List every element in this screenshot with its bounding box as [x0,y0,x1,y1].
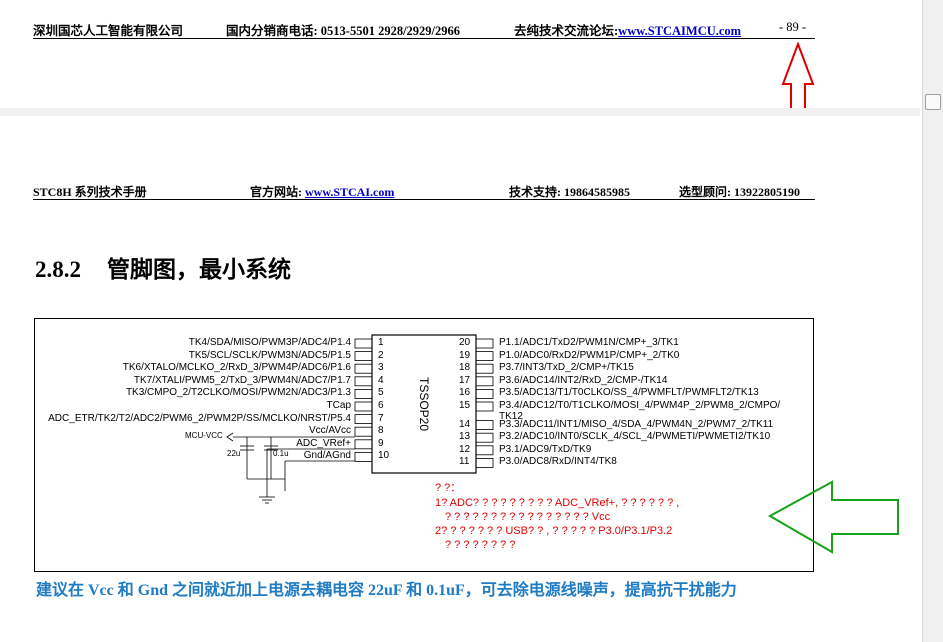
support-phone: 技术支持: 19864585985 [509,185,630,199]
left-pin-label: TK7/XTALI/PWM5_2/TxD_3/PWM4N/ADC7/P1.7 [133,374,351,386]
forum-text: 去纯技术交流论坛:www.STCAIMCU.com [514,20,741,39]
right-pin-boxes [475,338,494,468]
right-pin-box [475,338,494,349]
left-pin-box [354,363,373,374]
left-pin-box [354,426,373,437]
left-pin-label: TK4/SDA/MISO/PWM3P/ADC4/P1.4 [188,337,351,348]
right-pin-number: 19 [459,349,471,361]
website-link[interactable]: www.STCAI.com [305,185,394,199]
green-left-arrow-icon [767,480,899,554]
left-pin-label: TCap [326,400,351,411]
note-line-5: ? ? ? ? ? ? ? ? [445,539,516,551]
right-pin-box [475,351,494,361]
left-pin-number: 7 [378,412,384,424]
website: 官方网站: www.STCAI.com [250,183,394,200]
mcu-vcc-label: MCU-VCC [185,431,223,440]
right-pin-number: 11 [459,456,470,468]
right-pin-label: P3.2/ADC10/INT0/SCLK_4/SCL_4/PWMETI/PWME… [499,431,771,443]
scrollbar-thumb[interactable] [925,94,941,110]
left-pin-label: Vcc/AVcc [308,425,351,437]
left-pin-number: 9 [378,437,384,449]
left-pin-box [354,401,373,412]
left-pin-number: 6 [378,400,384,411]
right-pin-box [475,457,494,468]
left-pin-box [354,376,373,387]
left-pin-label: TK6/XTALO/MCLKO_2/RxD_3/PWM4P/ADC6/P1.6 [122,362,351,374]
note-line-2: 1? ADC? ? ? ? ? ? ? ? ? ADC_VRef+, ? ? ?… [435,497,680,509]
left-pin-box [354,389,373,399]
right-pin-box [475,401,494,412]
right-pin-label: P3.3/ADC11/INT1/MISO_4/SDA_4/PWM4N_2/PWM… [499,418,774,430]
left-pin-number: 8 [378,425,384,437]
left-pin-number: 10 [378,450,390,462]
left-pin-number: 4 [378,374,384,386]
right-pin-number: 14 [459,418,471,430]
right-pin-label: P3.6/ADC14/INT2/RxD_2/CMP-/TK14 [499,374,668,386]
right-pin-number: 15 [459,400,471,411]
section-heading: 2.8.2 管脚图，最小系统 [35,250,291,284]
pin15-continuation: TK12 [499,411,523,422]
left-pin-label: ADC_ETR/TK2/T2/ADC2/PWM6_2/PWM2P/SS/MCLK… [48,412,351,424]
right-pin-number: 16 [459,387,471,399]
left-pin-label: ADC_VRef+ [296,437,351,449]
cap-22u-label: 22u [227,449,241,458]
right-pin-label: P3.1/ADC9/TxD/TK9 [499,443,592,455]
right-pin-box [475,363,494,374]
right-pin-box [475,432,494,443]
section-number: 2.8.2 [35,257,81,282]
section-title: 管脚图，最小系统 [107,257,291,282]
forum-label: 去纯技术交流论坛: [514,24,619,38]
header-divider [33,38,815,39]
left-pin-number: 5 [378,387,384,399]
website-label: 官方网站: [250,185,305,199]
right-pin-box [475,445,494,456]
left-pin-box [354,451,373,462]
right-pin-number: 17 [459,374,471,386]
distributor-phone: 国内分销商电话: 0513-5501 2928/2929/2966 [226,24,461,38]
chip-name: TSSOP20 [417,377,431,431]
note-line-3: ? ? ? ? ? ? ? ? ? ? ? ? ? ? ? ? Vcc [445,511,611,523]
right-pin-number: 20 [459,337,471,348]
left-pin-box [354,439,373,450]
right-pin-number: 18 [459,362,471,374]
pinout-figure: TSSOP20 TK4/SDA/MISO/PWM3P/ADC4/P1.4 1 TK5… [34,318,814,572]
page-gap [0,108,920,116]
right-pin-label: P3.4/ADC12/T0/T1CLKO/MOSI_4/PWM4P_2/PWM8… [499,400,781,411]
left-pin-number: 2 [378,349,384,361]
page-header-divider [33,199,815,200]
left-pin-number: 3 [378,362,384,374]
left-pin-label: Gnd/AGnd [303,450,351,462]
forum-link[interactable]: www.STCAIMCU.com [618,24,741,38]
left-pin-label: TK3/CMPO_2/T2CLKO/MOSI/PWM2N/ADC3/P1.3 [125,387,351,399]
right-pin-number: 13 [459,431,471,443]
company-name: 深圳国芯人工智能有限公司 [33,24,184,38]
right-pin-label: P3.0/ADC8/RxD/INT4/TK8 [499,456,617,468]
right-pin-box [475,420,494,430]
right-pin-label: P1.1/ADC1/TxD2/PWM1N/CMP+_3/TK1 [499,337,679,348]
right-pin-label: P3.7/INT3/TxD_2/CMP+/TK15 [499,362,634,374]
right-pin-number: 12 [459,443,471,455]
left-pin-label: TK5/SCL/SCLK/PWM3N/ADC5/P1.5 [188,349,351,361]
note-line-1: ? ?： [435,482,462,494]
page-number: - 89 - [779,20,807,34]
right-pin-label: P3.5/ADC13/T1/T0CLKO/SS_4/PWMFLT/PWMFLT2… [499,387,759,399]
vertical-scrollbar[interactable] [922,0,943,642]
pinout-diagram: TSSOP20 [226,334,494,504]
right-pin-box [475,389,494,399]
left-pin-number: 1 [378,337,384,348]
note-line-4: 2? ? ? ? ? ? ? USB? ? , ? ? ? ? ? P3.0/P… [435,525,673,537]
left-pin-box [354,414,373,424]
left-pin-box [354,351,373,361]
manual-title: STC8H 系列技术手册 [33,185,147,199]
consult-phone: 选型顾问: 13922805190 [679,185,800,199]
right-pin-box [475,376,494,387]
left-pin-boxes [354,338,373,462]
decoupling-tip: 建议在 Vcc 和 Gnd 之间就近加上电源去耦电容 22uF 和 0.1uF，… [36,582,737,599]
right-pin-label: P1.0/ADC0/RxD2/PWM1P/CMP+_2/TK0 [499,349,680,361]
previous-page: 深圳国芯人工智能有限公司 国内分销商电话: 0513-5501 2928/292… [0,0,920,135]
cap-0.1u-label: 0.1u [273,449,289,458]
left-pin-box [354,338,373,349]
